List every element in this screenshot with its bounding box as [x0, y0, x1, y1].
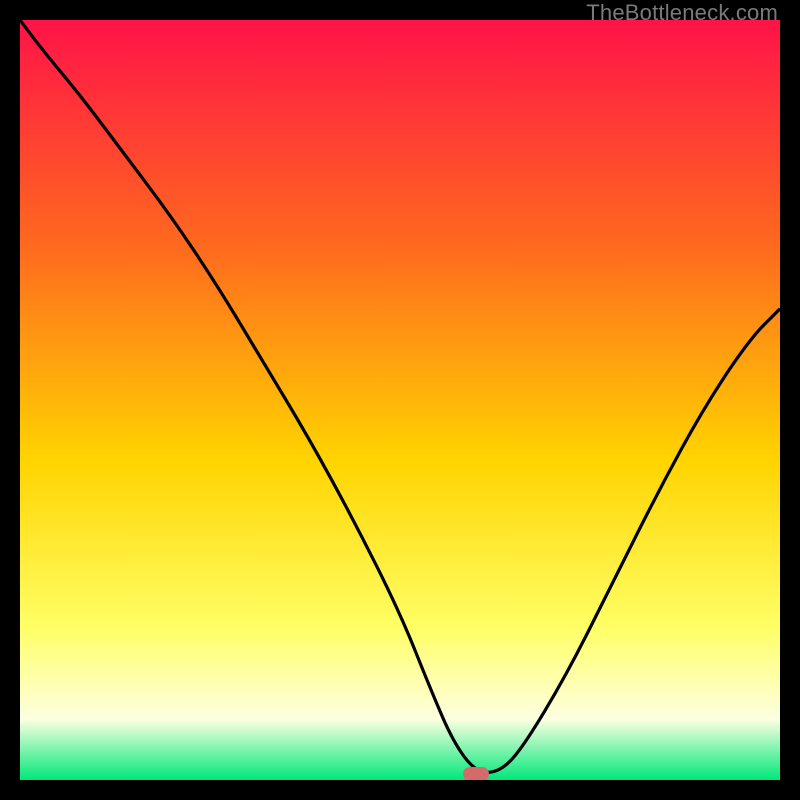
optimal-marker [463, 767, 489, 780]
chart-frame: TheBottleneck.com [0, 0, 800, 800]
plot-area [20, 20, 780, 780]
bottleneck-curve [20, 20, 780, 780]
watermark-label: TheBottleneck.com [586, 0, 778, 26]
